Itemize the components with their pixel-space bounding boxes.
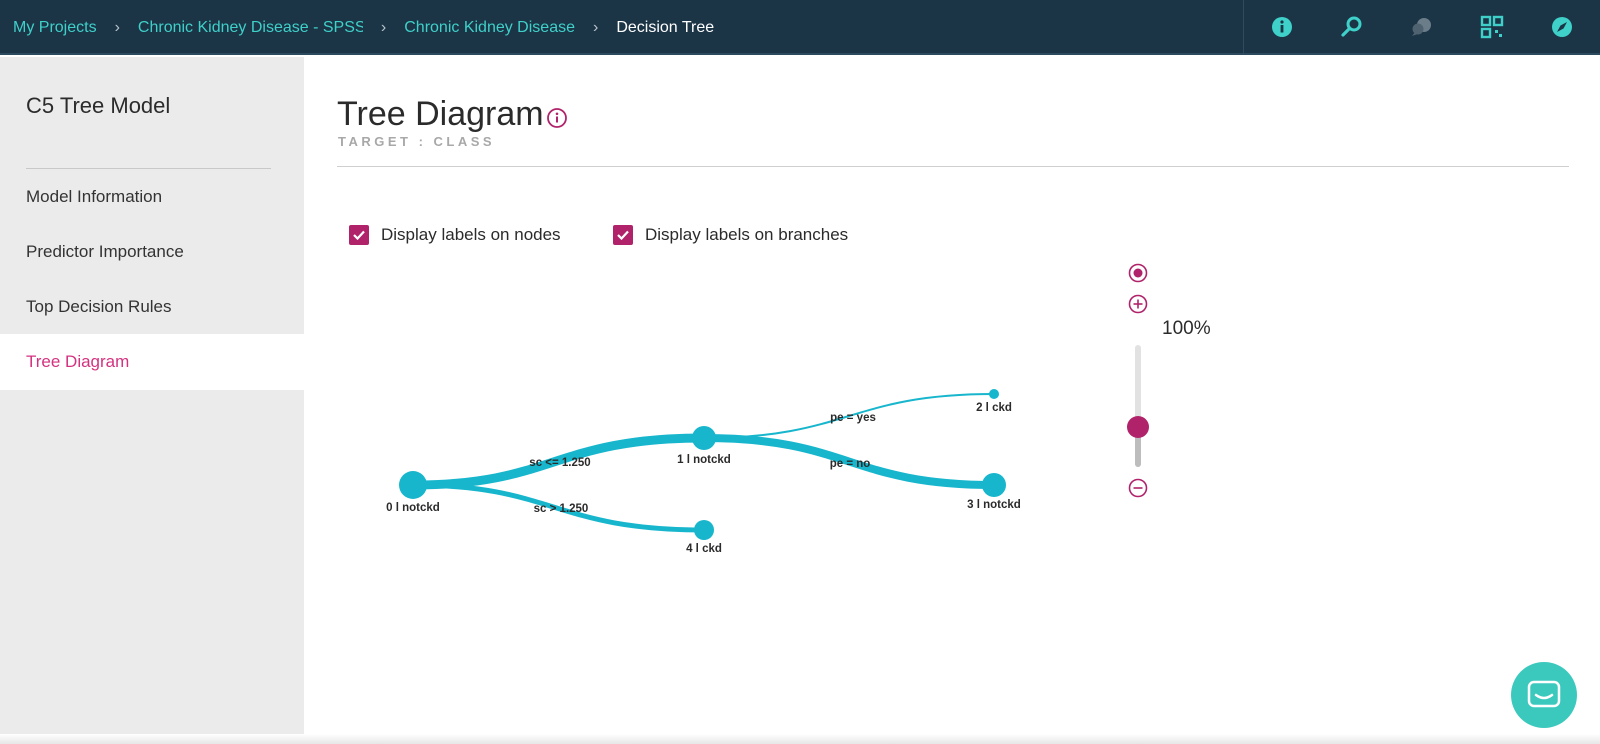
branch-label-0-4: sc > 1.250 (534, 503, 589, 515)
sidebar-title: C5 Tree Model (26, 93, 171, 118)
sidebar-item-predictor-importance[interactable]: Predictor Importance (0, 224, 304, 280)
chevron-right-icon: › (592, 18, 599, 36)
layout-icon[interactable] (1479, 14, 1505, 40)
tree-node-4[interactable] (694, 520, 714, 540)
tree-node-0[interactable] (399, 471, 427, 499)
branch-label-1-2: pe = yes (830, 412, 876, 424)
chevron-right-icon: › (380, 18, 387, 36)
chat-button[interactable] (1511, 662, 1577, 728)
branch-label-1-3: pe = no (830, 458, 871, 470)
node-label-4: 4 l ckd (686, 543, 722, 555)
breadcrumb-flow[interactable]: Chronic Kidney Disease (404, 19, 575, 37)
tree-node-2[interactable] (989, 389, 999, 399)
top-bar: My Projects › Chronic Kidney Disease - S… (0, 0, 1600, 55)
node-label-1: 1 l notckd (677, 454, 731, 466)
sidebar-item-top-decision-rules[interactable]: Top Decision Rules (0, 279, 304, 335)
chevron-right-icon: › (114, 18, 120, 36)
toolbar-icons (1243, 0, 1600, 55)
tree-node-3[interactable] (982, 473, 1006, 497)
bottom-edge (0, 734, 1600, 744)
tree-node-1[interactable] (692, 426, 716, 450)
breadcrumb-project[interactable]: Chronic Kidney Disease - SPSS Modeler Fl… (138, 19, 363, 37)
sidebar-item-tree-diagram[interactable]: Tree Diagram (0, 334, 304, 390)
breadcrumb: My Projects › Chronic Kidney Disease - S… (13, 0, 714, 55)
node-label-2: 2 l ckd (976, 402, 1012, 414)
main-panel: Tree Diagram TARGET : CLASS Display labe… (304, 57, 1600, 744)
branch-label-0-1: sc <= 1.250 (529, 457, 590, 469)
chat-icon (1527, 680, 1561, 708)
sidebar: C5 Tree Model Model Information Predicto… (0, 57, 304, 744)
search-icon[interactable] (1339, 14, 1365, 40)
sidebar-item-model-information[interactable]: Model Information (0, 169, 304, 225)
breadcrumb-current: Decision Tree (616, 18, 715, 36)
tree-diagram: 0 l notckd 1 l notckd 2 l ckd 3 l notckd… (386, 389, 1021, 555)
node-label-0: 0 l notckd (386, 502, 440, 514)
breadcrumb-my-projects[interactable]: My Projects (13, 19, 97, 37)
compass-icon[interactable] (1549, 14, 1575, 40)
comment-icon[interactable] (1409, 14, 1435, 40)
info-icon[interactable] (1269, 14, 1295, 40)
node-label-3: 3 l notckd (967, 499, 1021, 511)
